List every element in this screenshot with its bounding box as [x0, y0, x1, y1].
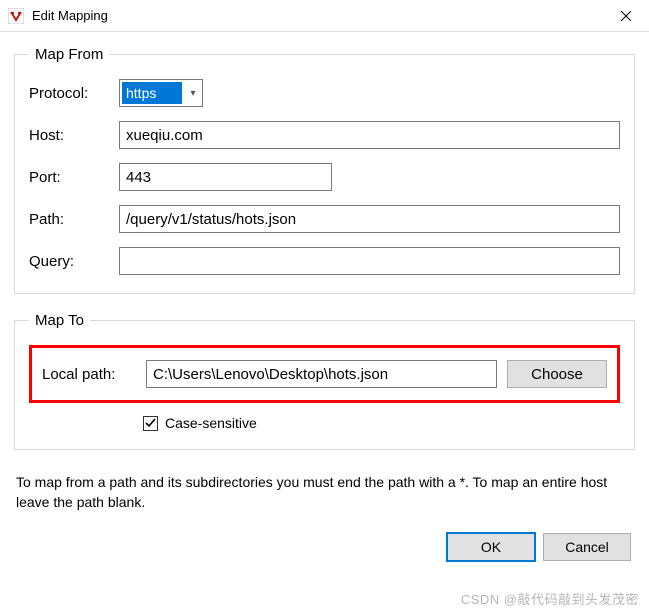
- local-path-input[interactable]: [146, 360, 497, 388]
- protocol-select[interactable]: https ▾: [119, 79, 203, 107]
- query-label: Query:: [29, 253, 119, 270]
- check-icon: [145, 418, 156, 429]
- dialog-buttons: OK Cancel: [14, 529, 635, 561]
- titlebar: Edit Mapping: [0, 0, 649, 32]
- cancel-button[interactable]: Cancel: [543, 533, 631, 561]
- protocol-row: Protocol: https ▾: [29, 79, 620, 107]
- port-row: Port:: [29, 163, 620, 191]
- query-row: Query:: [29, 247, 620, 275]
- local-path-highlight: Local path: Choose: [29, 345, 620, 403]
- host-input[interactable]: [119, 121, 620, 149]
- close-icon: [621, 11, 631, 21]
- port-label: Port:: [29, 169, 119, 186]
- map-from-group: Map From Protocol: https ▾ Host: Port: P…: [14, 46, 635, 294]
- path-label: Path:: [29, 211, 119, 228]
- watermark: CSDN @敲代码敲到头发茂密: [461, 589, 639, 608]
- path-input[interactable]: [119, 205, 620, 233]
- protocol-label: Protocol:: [29, 85, 119, 102]
- path-row: Path:: [29, 205, 620, 233]
- query-input[interactable]: [119, 247, 620, 275]
- map-to-group: Map To Local path: Choose Case-sensitive: [14, 312, 635, 450]
- dialog-content: Map From Protocol: https ▾ Host: Port: P…: [0, 32, 649, 565]
- window-title: Edit Mapping: [32, 8, 603, 23]
- protocol-value: https: [122, 82, 182, 104]
- host-label: Host:: [29, 127, 119, 144]
- case-sensitive-label: Case-sensitive: [165, 415, 257, 431]
- local-path-label: Local path:: [42, 366, 146, 383]
- port-input[interactable]: [119, 163, 332, 191]
- map-from-legend: Map From: [29, 46, 109, 63]
- hint-text: To map from a path and its subdirectorie…: [14, 468, 635, 529]
- close-button[interactable]: [603, 0, 649, 32]
- map-to-legend: Map To: [29, 312, 90, 329]
- case-sensitive-checkbox[interactable]: [143, 416, 158, 431]
- chevron-down-icon: ▾: [184, 80, 202, 106]
- ok-button[interactable]: OK: [447, 533, 535, 561]
- case-sensitive-row: Case-sensitive: [29, 415, 620, 431]
- choose-button[interactable]: Choose: [507, 360, 607, 388]
- host-row: Host:: [29, 121, 620, 149]
- app-icon: [8, 8, 24, 24]
